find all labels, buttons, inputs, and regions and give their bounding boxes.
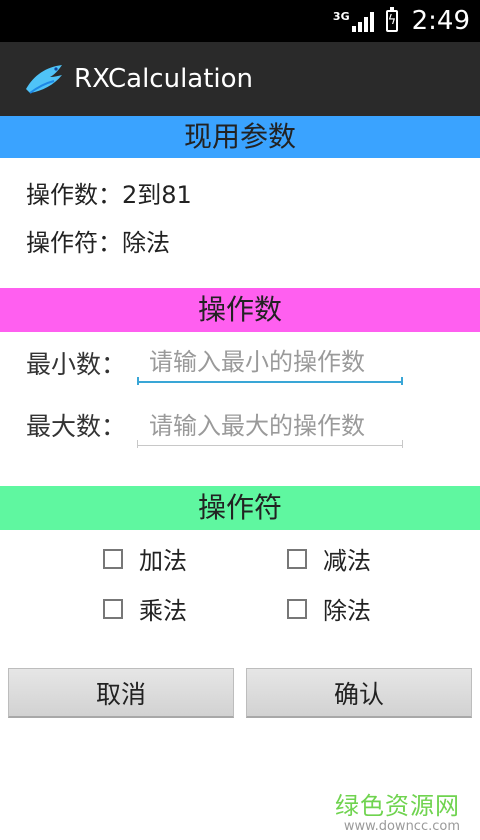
bird-icon — [26, 65, 62, 94]
action-bar: RXCalculation — [0, 42, 480, 116]
input-edge — [137, 377, 139, 385]
min-number-input[interactable] — [137, 343, 403, 383]
cancel-button[interactable]: 取消 — [8, 668, 234, 718]
input-edge — [137, 440, 138, 448]
input-edge — [401, 377, 403, 385]
status-bar: 3G ϟ 2:49 — [0, 0, 480, 42]
option-label: 除法 — [323, 597, 371, 625]
battery-icon: ϟ — [385, 7, 398, 32]
checkbox[interactable] — [103, 598, 123, 619]
operator-option-multiply[interactable]: 乘法 — [103, 591, 187, 626]
current-params-header: 现用参数 — [0, 116, 480, 158]
watermark: 绿色资源网 www.downcc.com — [335, 786, 460, 834]
min-number-label: 最小数： — [26, 350, 127, 379]
watermark-url: www.downcc.com — [343, 819, 460, 834]
input-edge — [402, 440, 403, 448]
operator-option-divide[interactable]: 除法 — [287, 591, 371, 626]
operator-option-add[interactable]: 加法 — [103, 541, 187, 576]
option-label: 减法 — [323, 547, 371, 575]
network-type: 3G — [332, 9, 350, 23]
option-label: 加法 — [139, 547, 187, 575]
checkbox[interactable] — [287, 598, 307, 619]
operator-option-subtract[interactable]: 减法 — [287, 541, 371, 576]
app-title: RXCalculation — [74, 64, 254, 94]
current-operand-range: 操作数：2到81 — [26, 181, 192, 209]
max-number-label: 最大数： — [26, 412, 127, 441]
status-time: 2:49 — [411, 6, 470, 36]
current-operator: 操作符：除法 — [26, 229, 170, 257]
option-label: 乘法 — [139, 597, 187, 625]
operator-header: 操作符 — [0, 486, 480, 530]
max-number-input[interactable] — [137, 406, 403, 446]
checkbox[interactable] — [287, 548, 307, 569]
operand-header: 操作数 — [0, 288, 480, 332]
checkbox[interactable] — [103, 548, 123, 569]
watermark-title: 绿色资源网 — [335, 792, 460, 820]
confirm-button[interactable]: 确认 — [246, 668, 472, 718]
signal-icon — [351, 10, 374, 32]
